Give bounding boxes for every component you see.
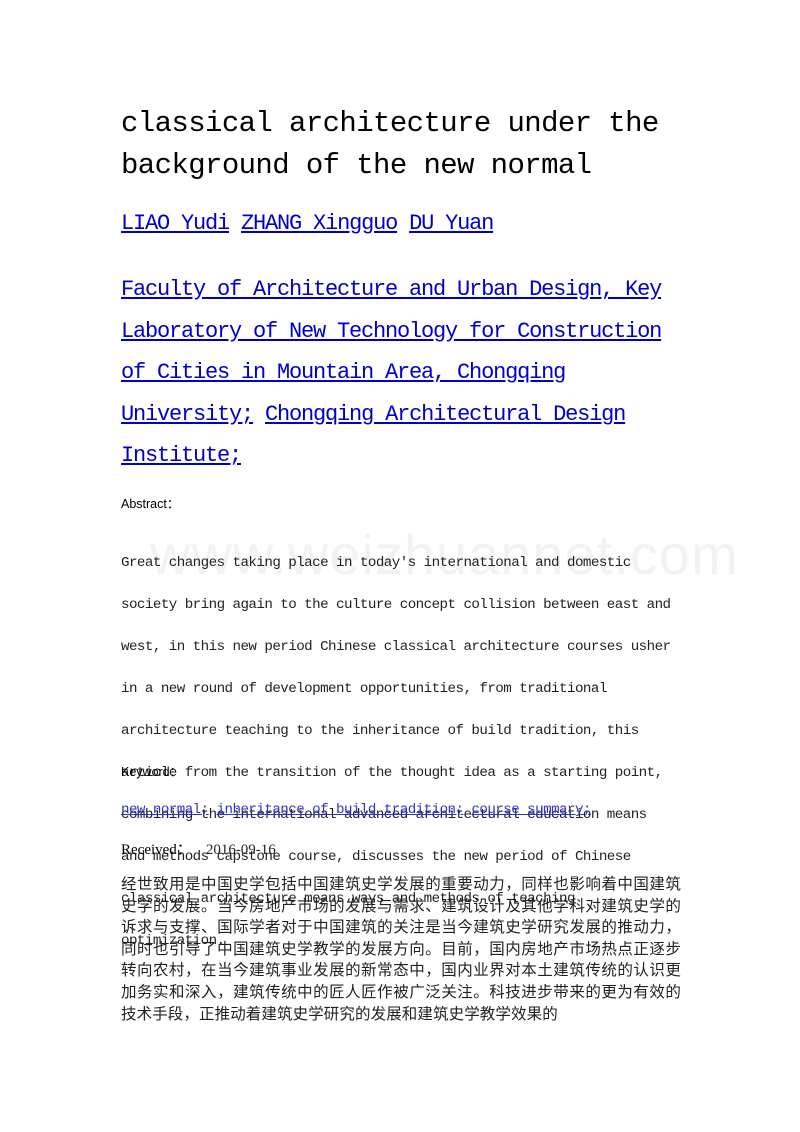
affiliation-line: Chongqing Architectural Design [265,401,626,427]
abstract-line: west, in this new period Chinese classic… [121,639,671,655]
abstract-line: article from the transition of the thoug… [121,765,663,781]
affiliation-line: University; [121,401,254,427]
author-link[interactable]: ZHANG Xingguo [241,211,398,236]
title-line: background of the new normal [121,149,592,182]
author-link[interactable]: LIAO Yudi [121,211,230,236]
keyword-label: Keyword： [121,765,183,779]
author-link[interactable]: DU Yuan [409,211,494,236]
received-row: Received： 2016-09-16 [121,838,276,859]
keyword-list: new normal; inheritance of build traditi… [121,800,691,820]
abstract-line: Great changes taking place in today's in… [121,555,631,571]
affiliation-line: Laboratory of New Technology for Constru… [121,318,662,344]
body-paragraph: 经世致用是中国史学包括中国建筑史学发展的重要动力，同样也影响着中国建筑史学的发展… [121,875,681,1023]
received-label: Received： [121,842,192,858]
keyword-link[interactable]: course summary; [471,802,591,818]
affiliation-line: Faculty of Architecture and Urban Design… [121,277,662,302]
abstract-line: architecture teaching to the inheritance… [121,723,639,739]
keyword-link[interactable]: inheritance of build tradition; [217,802,464,818]
received-date: 2016-09-16 [205,842,276,858]
author-list: LIAO Yudi ZHANG Xingguo DU Yuan [121,208,691,240]
affiliation-line: Institute; [121,443,242,469]
abstract-line: in a new round of development opportunit… [121,681,607,697]
affiliation-list: Faculty of Architecture and Urban Design… [121,269,691,477]
paper-title: classical architecture under the backgro… [121,103,691,187]
title-line: classical architecture under the [121,107,659,140]
keyword-link[interactable]: new normal; [121,802,209,818]
affiliation-line: of Cities in Mountain Area, Chongqing [121,360,566,386]
abstract-label: Abstract： [121,497,180,511]
abstract-line: society bring again to the culture conce… [121,597,671,613]
